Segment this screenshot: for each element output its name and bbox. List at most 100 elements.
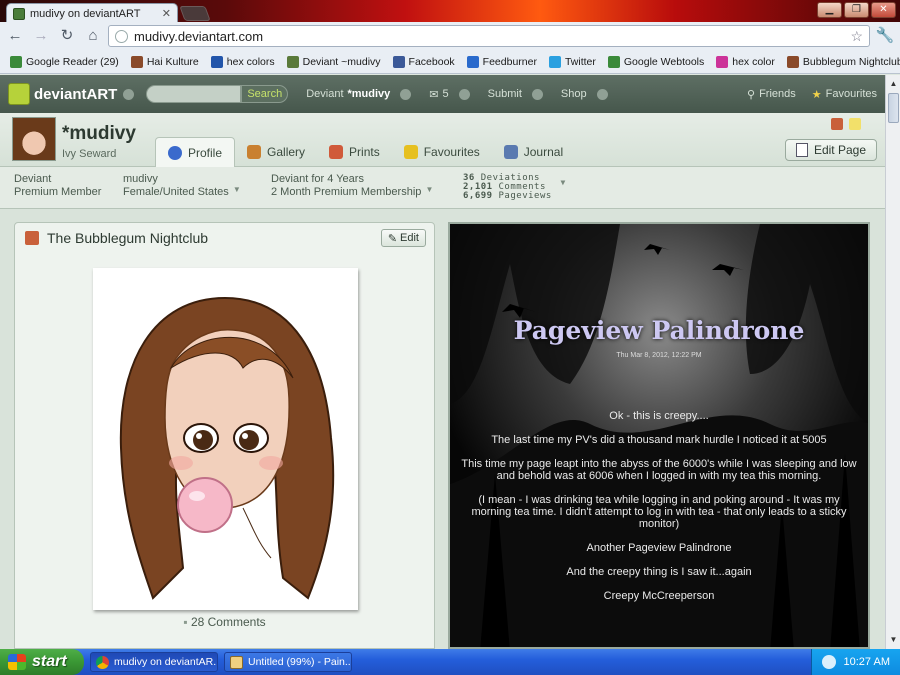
note-icon[interactable] xyxy=(849,118,861,130)
bookmark-item[interactable]: Deviant ~mudivy xyxy=(281,55,387,68)
bookmark-item[interactable]: Google Reader (29) xyxy=(4,55,125,68)
user-details[interactable]: mudivy Female/United States ▼ xyxy=(123,173,241,199)
bookmark-item[interactable]: Feedburner xyxy=(461,55,543,68)
scroll-down-arrow-icon[interactable]: ▼ xyxy=(886,633,900,647)
bookmark-item[interactable]: Hai Kulture xyxy=(125,55,205,68)
browser-toolbar: ← → ↻ ⌂ mudivy.deviantart.com ☆ 🔧 xyxy=(0,22,900,50)
search-box: Search xyxy=(146,85,289,103)
bell-icon[interactable] xyxy=(831,118,843,130)
window-titlebar: mudivy on deviantART ✕ ▁ ❐ ✕ xyxy=(0,0,900,23)
back-arrow-icon[interactable]: ← xyxy=(4,25,26,47)
journal-paragraph: Ok - this is creepy.... xyxy=(609,410,709,422)
bookmark-item[interactable]: hex color xyxy=(710,55,781,68)
shop-label: Shop xyxy=(560,88,587,100)
tab-favourites[interactable]: Favourites xyxy=(392,137,492,167)
member-type-line2: Premium Member xyxy=(14,186,102,198)
window-controls: ▁ ❐ ✕ xyxy=(817,2,896,18)
bookmark-item[interactable]: hex colors xyxy=(205,55,281,68)
bookmark-label: Facebook xyxy=(408,55,455,68)
bookmark-label: Hai Kulture xyxy=(146,55,199,68)
bookmark-favicon-icon xyxy=(10,55,22,68)
scrollbar-thumb[interactable] xyxy=(888,93,899,123)
speech-bubble-icon: ▪ xyxy=(183,615,188,629)
maximize-button[interactable]: ❐ xyxy=(844,2,869,18)
page-scrollbar[interactable]: ▲ ▼ xyxy=(885,75,900,649)
bookmark-favicon-icon xyxy=(286,55,299,68)
bookmark-star-icon[interactable]: ☆ xyxy=(850,28,863,45)
submit-menu[interactable]: Submit xyxy=(488,88,543,100)
forward-arrow-icon[interactable]: → xyxy=(30,25,52,47)
user-details-line2: Female/United States xyxy=(123,186,229,198)
prints-icon xyxy=(329,145,344,159)
favourites-link[interactable]: ★ Favourites xyxy=(812,88,877,101)
chevron-down-icon: ▼ xyxy=(232,185,241,194)
bookmark-item[interactable]: Facebook xyxy=(387,55,461,68)
system-tray: 10:27 AM xyxy=(810,649,900,675)
home-icon[interactable]: ⌂ xyxy=(82,25,104,47)
featured-artwork[interactable] xyxy=(93,268,358,610)
taskbar-item-paint[interactable]: Untitled (99%) - Pain... xyxy=(224,652,352,672)
bookmark-favicon-icon xyxy=(466,55,479,68)
scroll-up-arrow-icon[interactable]: ▲ xyxy=(886,77,900,91)
profile-info-bar: Deviant Premium Member mudivy Female/Uni… xyxy=(0,167,885,209)
edit-label: Edit xyxy=(400,232,419,244)
widget-title: The Bubblegum Nightclub xyxy=(47,230,209,246)
bookmark-favicon-icon xyxy=(210,55,223,68)
deviantart-logo[interactable]: deviantART xyxy=(8,83,117,105)
bookmark-label: hex colors xyxy=(226,55,275,68)
bookmark-label: Feedburner xyxy=(482,55,537,68)
widget-edit-button[interactable]: ✎ Edit xyxy=(380,229,426,247)
friends-link[interactable]: ⚲ Friends xyxy=(747,88,796,101)
journal-paragraph: Creepy McCreeperson xyxy=(603,590,715,602)
tab-label: Favourites xyxy=(423,145,480,159)
star-icon: ★ xyxy=(811,88,822,101)
start-button[interactable]: start xyxy=(0,649,84,675)
journal-paragraph: And the creepy thing is I saw it...again xyxy=(566,566,752,578)
shop-menu[interactable]: Shop xyxy=(561,88,608,100)
profile-stats[interactable]: 36 Deviations 2,101 Comments 6,699 Pagev… xyxy=(463,174,565,201)
tab-title: mudivy on deviantART xyxy=(30,7,141,20)
favourites-icon xyxy=(403,145,418,159)
minimize-button[interactable]: ▁ xyxy=(817,2,842,18)
membership-details[interactable]: Deviant for 4 Years 2 Month Premium Memb… xyxy=(271,173,433,199)
tab-label: Profile xyxy=(188,145,223,160)
bookmark-item[interactable]: Google Webtools xyxy=(602,55,710,68)
search-input[interactable] xyxy=(146,85,242,103)
browser-tab[interactable]: mudivy on deviantART ✕ xyxy=(6,3,178,23)
logo-menu-chevron-icon[interactable] xyxy=(123,88,135,100)
search-button[interactable]: Search xyxy=(241,85,289,103)
profile-content: The Bubblegum Nightclub ✎ Edit ▪ 28 Comm… xyxy=(0,209,885,649)
close-window-button[interactable]: ✕ xyxy=(871,2,896,18)
bookmark-icon xyxy=(25,231,39,245)
tab-prints[interactable]: Prints xyxy=(317,137,392,167)
journal-title[interactable]: Pageview Palindrone xyxy=(450,316,868,345)
windows-taskbar: start mudivy on deviantAR... Untitled (9… xyxy=(0,649,900,675)
edit-page-button[interactable]: Edit Page xyxy=(784,139,877,161)
new-tab-button[interactable] xyxy=(179,6,211,21)
chevron-down-icon xyxy=(596,88,608,100)
wrench-icon[interactable]: 🔧 xyxy=(874,25,896,47)
bookmarks-bar: Google Reader (29) Hai Kulture hex colors D… xyxy=(0,50,900,74)
tab-gallery[interactable]: Gallery xyxy=(235,137,317,167)
avatar[interactable] xyxy=(12,117,56,161)
close-tab-icon[interactable]: ✕ xyxy=(162,7,171,20)
artwork-comments-link[interactable]: ▪ 28 Comments xyxy=(15,615,434,629)
bookmark-label: Bubblegum Nightclub xyxy=(802,55,900,68)
tab-journal[interactable]: Journal xyxy=(492,137,575,167)
network-icon[interactable] xyxy=(821,655,836,669)
address-bar[interactable]: mudivy.deviantart.com ☆ xyxy=(108,25,870,47)
bookmark-favicon-icon xyxy=(607,55,620,68)
bookmark-favicon-icon xyxy=(548,55,561,68)
chevron-down-icon: ▼ xyxy=(425,185,434,194)
tab-profile[interactable]: Profile xyxy=(155,137,236,167)
chevron-down-icon: ▼ xyxy=(560,178,566,187)
tenure-line1: Deviant for 4 Years xyxy=(271,173,364,185)
reload-icon[interactable]: ↻ xyxy=(56,25,78,47)
header-tool-icons xyxy=(831,118,861,130)
deviant-menu[interactable]: Deviant *mudivy xyxy=(306,88,412,100)
journal-paragraph: (I mean - I was drinking tea while loggi… xyxy=(471,494,847,530)
messages-menu[interactable]: ✉ 5 xyxy=(429,88,470,101)
bookmark-item[interactable]: Twitter xyxy=(543,55,602,68)
taskbar-item-chrome[interactable]: mudivy on deviantAR... xyxy=(90,652,218,672)
bookmark-item[interactable]: Bubblegum Nightclub xyxy=(781,55,900,68)
